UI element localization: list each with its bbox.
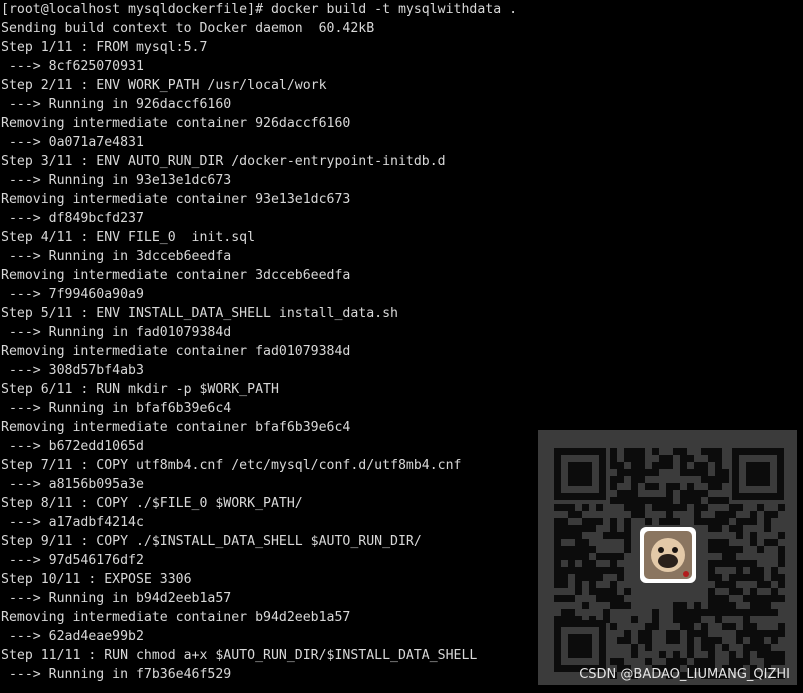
terminal-line: ---> a8156b095a3e [1,477,144,492]
terminal-line: Removing intermediate container 3dcceb6e… [1,268,351,283]
qr-code-overlay [538,430,797,685]
terminal-line: ---> Running in 926daccf6160 [1,97,232,112]
terminal-line: Step 5/11 : ENV INSTALL_DATA_SHELL insta… [1,306,398,321]
terminal-line: Step 10/11 : EXPOSE 3306 [1,572,192,587]
terminal-line: ---> 62ad4eae99b2 [1,629,144,644]
terminal-line: Sending build context to Docker daemon 6… [1,21,375,36]
terminal-line: Removing intermediate container 926daccf… [1,116,351,131]
terminal-line: ---> Running in 3dcceb6eedfa [1,249,232,264]
terminal-line: ---> Running in fad01079384d [1,325,232,340]
terminal-line: Removing intermediate container 93e13e1d… [1,192,351,207]
terminal-line: Removing intermediate container bfaf6b39… [1,420,351,435]
terminal-line: ---> a17adbf4214c [1,515,144,530]
terminal-line: ---> Running in bfaf6b39e6c4 [1,401,232,416]
terminal-line: Step 11/11 : RUN chmod a+x $AUTO_RUN_DIR… [1,648,478,663]
terminal-line: Step 9/11 : COPY ./$INSTALL_DATA_SHELL $… [1,534,422,549]
terminal-line: ---> 7f99460a90a9 [1,287,144,302]
terminal-line: Step 3/11 : ENV AUTO_RUN_DIR /docker-ent… [1,154,446,169]
terminal-line: Removing intermediate container fad01079… [1,344,351,359]
terminal-line: ---> Running in f7b36e46f529 [1,667,232,682]
qr-code-icon [538,430,797,685]
terminal-line: ---> Running in b94d2eeb1a57 [1,591,232,606]
terminal-line: ---> 8cf625070931 [1,59,144,74]
terminal-line: Step 7/11 : COPY utf8mb4.cnf /etc/mysql/… [1,458,462,473]
terminal-line: ---> 97d546176df2 [1,553,144,568]
terminal-line: ---> df849bcfd237 [1,211,144,226]
terminal-window[interactable]: [root@localhost mysqldockerfile]# docker… [0,0,803,693]
terminal-line: Removing intermediate container b94d2eeb… [1,610,351,625]
terminal-line: ---> 308d57bf4ab3 [1,363,144,378]
csdn-watermark: CSDN @BADAO_LIUMANG_QIZHI [579,667,790,682]
terminal-line: ---> b672edd1065d [1,439,144,454]
terminal-line: ---> Running in 93e13e1dc673 [1,173,232,188]
terminal-line: Step 6/11 : RUN mkdir -p $WORK_PATH [1,382,279,397]
terminal-line: [root@localhost mysqldockerfile]# docker… [1,2,518,17]
terminal-line: ---> 0a071a7e4831 [1,135,144,150]
terminal-line: Step 1/11 : FROM mysql:5.7 [1,40,208,55]
terminal-line: Step 4/11 : ENV FILE_0 init.sql [1,230,256,245]
terminal-line: Step 2/11 : ENV WORK_PATH /usr/local/wor… [1,78,327,93]
terminal-line: Step 8/11 : COPY ./$FILE_0 $WORK_PATH/ [1,496,303,511]
